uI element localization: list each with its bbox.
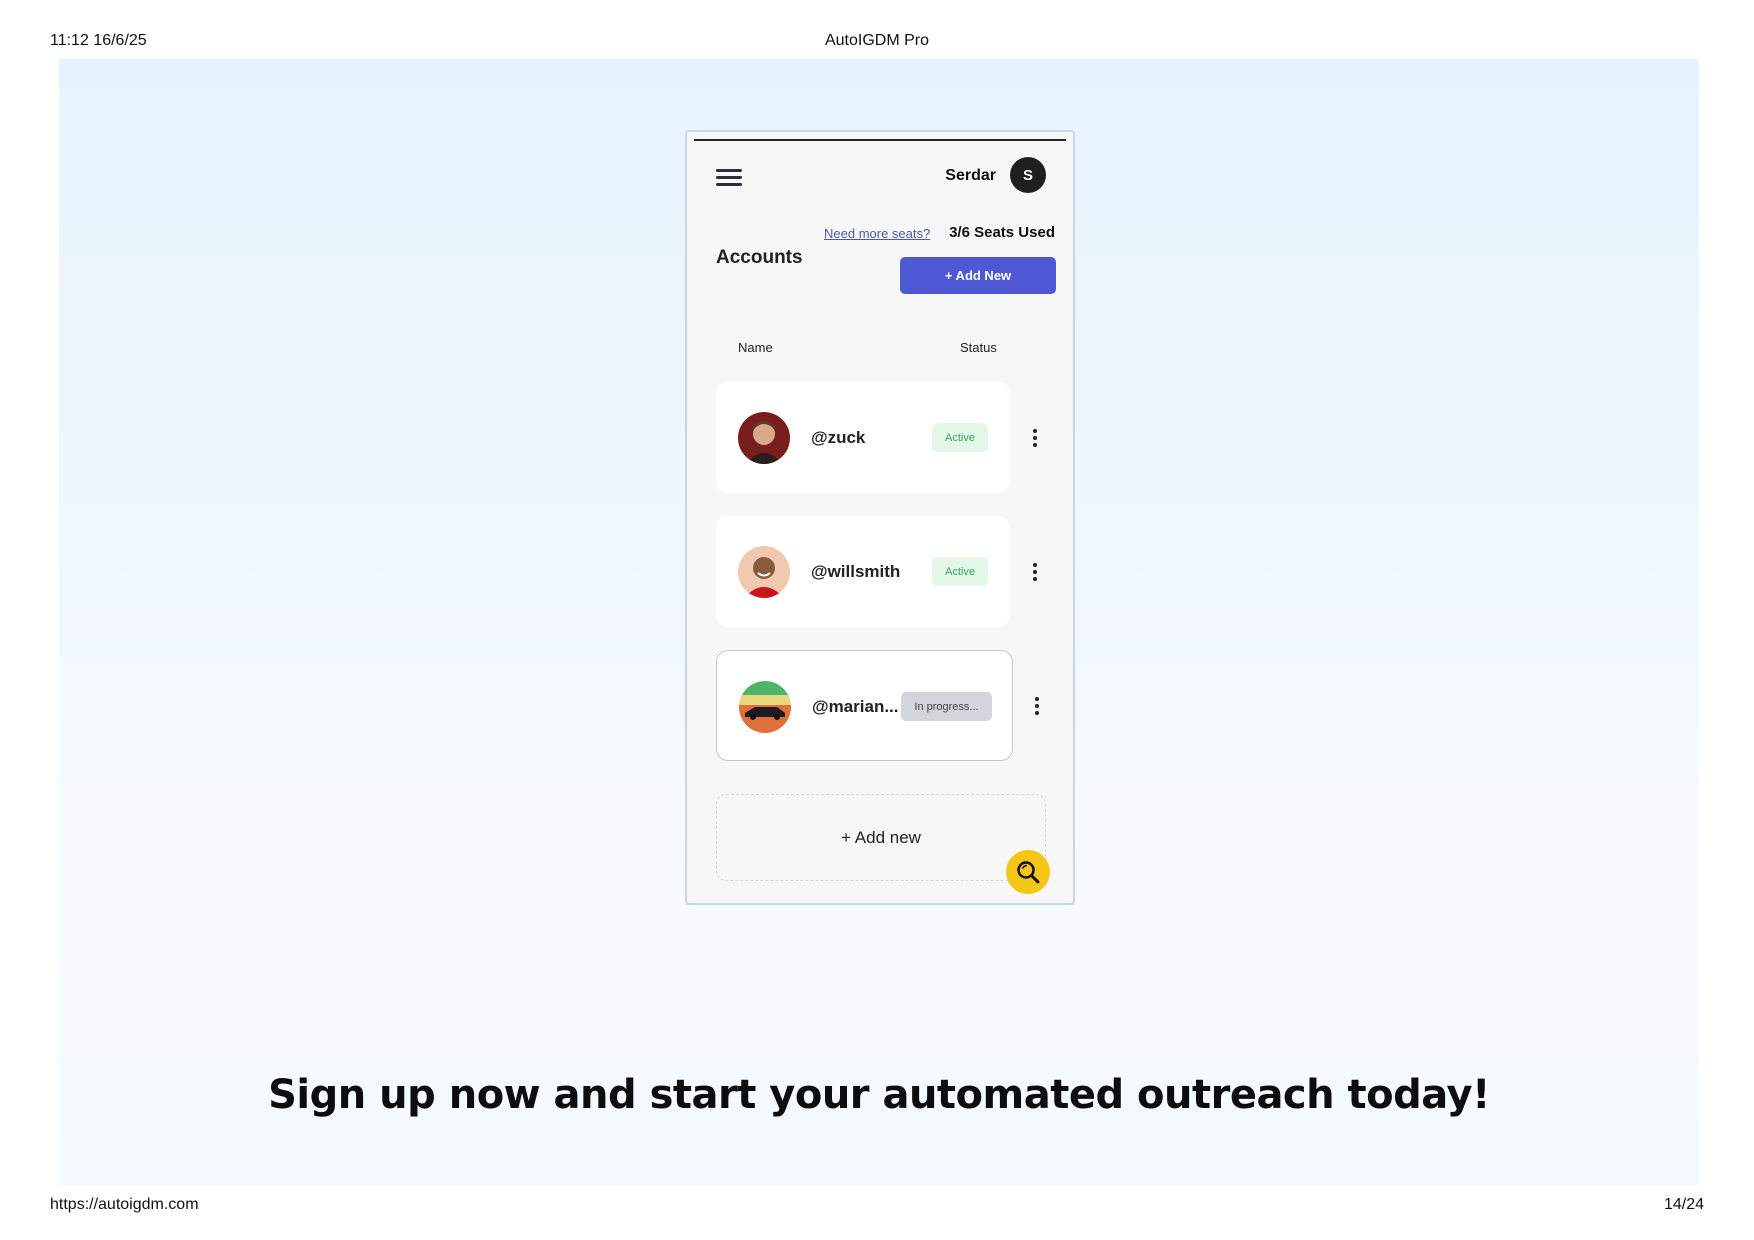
- account-row-marian[interactable]: @marian... In progress...: [716, 650, 1013, 761]
- avatar: [738, 412, 790, 464]
- status-badge: In progress...: [901, 692, 992, 721]
- account-row-willsmith[interactable]: @willsmith Active: [716, 516, 1010, 627]
- status-badge: Active: [932, 423, 988, 452]
- column-header-status: Status: [960, 340, 997, 355]
- app-screen: Serdar S Need more seats? 3/6 Seats Used…: [694, 139, 1066, 899]
- print-page-number: 14/24: [1663, 1196, 1704, 1213]
- more-options-icon[interactable]: [1025, 426, 1045, 450]
- phone-mockup: Serdar S Need more seats? 3/6 Seats Used…: [685, 130, 1075, 905]
- print-title: AutoIGDM Pro: [824, 32, 930, 49]
- user-name: Serdar: [945, 167, 996, 184]
- seats-used-count: 3/6 Seats Used: [949, 224, 1055, 241]
- account-row-zuck[interactable]: @zuck Active: [716, 382, 1010, 493]
- avatar: [738, 546, 790, 598]
- avatar: [739, 681, 791, 733]
- status-badge: Active: [932, 557, 988, 586]
- search-icon: [1017, 861, 1040, 884]
- account-handle: @zuck: [811, 428, 866, 447]
- search-fab-button[interactable]: [1006, 850, 1050, 894]
- add-new-account-box[interactable]: + Add new: [716, 794, 1046, 881]
- hamburger-menu-icon[interactable]: [716, 169, 742, 189]
- need-more-seats-link[interactable]: Need more seats?: [824, 226, 930, 241]
- more-options-icon[interactable]: [1027, 694, 1047, 718]
- page-title: Accounts: [716, 247, 803, 268]
- column-header-name: Name: [738, 340, 773, 355]
- slide: Serdar S Need more seats? 3/6 Seats Used…: [59, 59, 1699, 1185]
- account-handle: @willsmith: [811, 562, 901, 581]
- more-options-icon[interactable]: [1025, 560, 1045, 584]
- cta-headline: Sign up now and start your automated out…: [268, 1072, 1490, 1118]
- account-handle: @marian...: [812, 697, 899, 716]
- avatar[interactable]: S: [1010, 157, 1046, 193]
- add-new-button[interactable]: + Add New: [900, 257, 1056, 294]
- print-url: https://autoigdm.com: [50, 1196, 199, 1213]
